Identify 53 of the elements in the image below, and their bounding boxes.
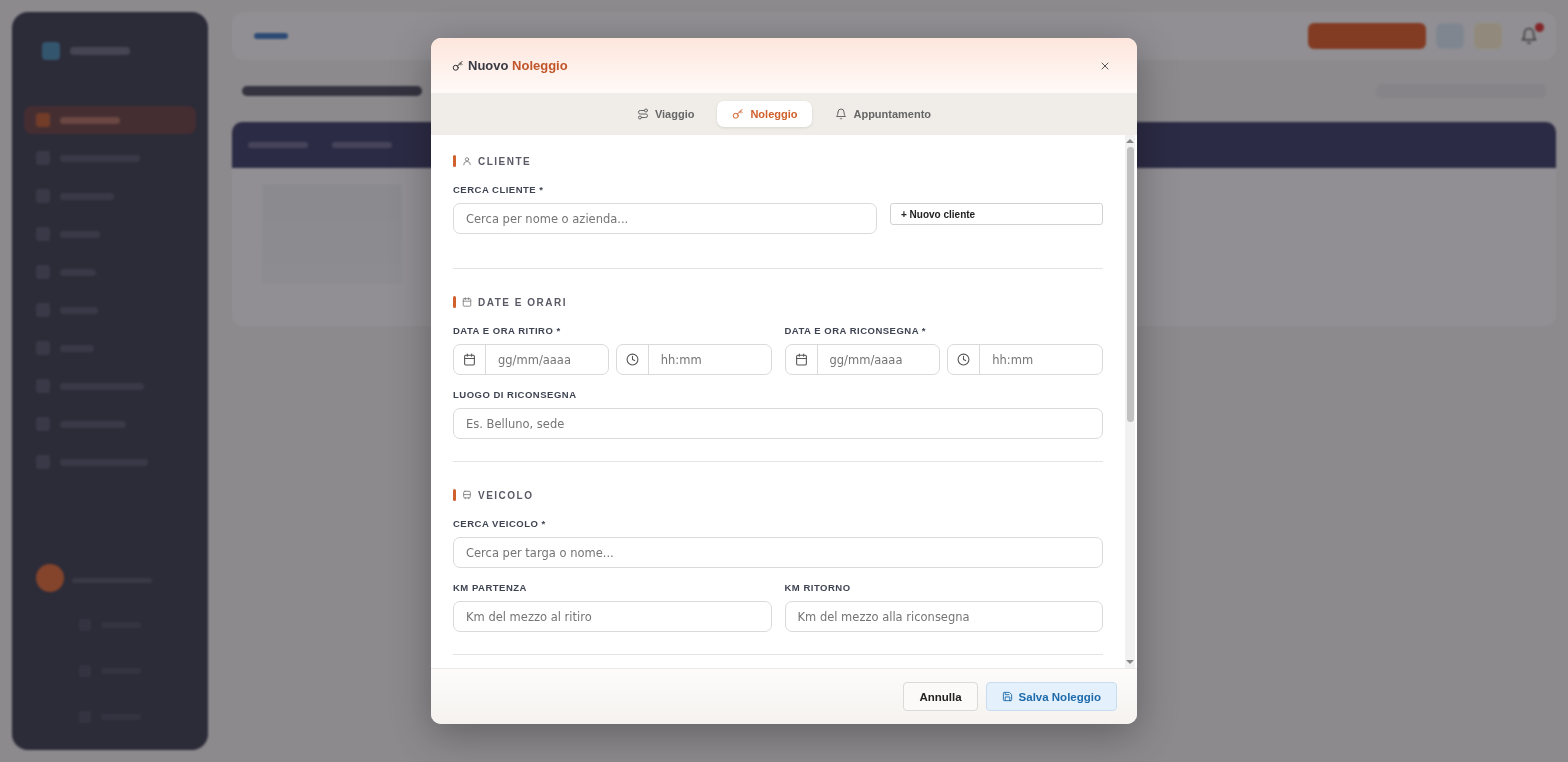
- calendar-icon: [462, 297, 472, 307]
- avatar: [36, 564, 64, 592]
- date-field[interactable]: gg/mm/aaaa: [784, 344, 941, 375]
- save-button[interactable]: Salva Noleggio: [985, 682, 1117, 711]
- input-field[interactable]: Es. Belluno, sede: [453, 408, 1103, 439]
- section-title: DATE E ORARI: [478, 296, 567, 308]
- field-label: KM PARTENZA: [453, 582, 528, 594]
- bus-icon: [462, 490, 472, 500]
- tab[interactable]: Noleggio: [717, 101, 813, 127]
- blurred-text: [70, 47, 130, 55]
- clock-icon: [625, 353, 639, 366]
- field-label: LUOGO DI RICONSEGNA: [453, 389, 578, 401]
- field-label: CERCA CLIENTE *: [453, 184, 545, 196]
- person-icon: [462, 156, 472, 166]
- input-field[interactable]: Km del mezzo al ritiro: [453, 601, 772, 632]
- input-field[interactable]: Cerca per targa o nome...: [453, 537, 1103, 568]
- bell-icon: [835, 108, 848, 120]
- section-title: VEICOLO: [478, 489, 534, 501]
- date-input[interactable]: gg/mm/aaaa: [817, 352, 940, 367]
- field-label: DATA E ORA RICONSEGNA *: [784, 325, 927, 337]
- route-icon: [636, 108, 649, 120]
- scrollbar[interactable]: [1125, 135, 1135, 668]
- blurred-text: [254, 33, 288, 39]
- sidebar-item[interactable]: [24, 106, 196, 134]
- input-field[interactable]: Km del mezzo alla riconsegna: [784, 601, 1103, 632]
- tab[interactable]: Appuntamento: [820, 101, 947, 127]
- accent-bar: [453, 489, 456, 501]
- key-icon: [732, 108, 745, 120]
- field-label: DATA E ORA RITIRO *: [453, 325, 562, 337]
- time-input[interactable]: hh:mm: [980, 352, 1102, 367]
- notification-dot: [1535, 23, 1544, 32]
- add-client-button[interactable]: + Nuovo cliente: [890, 203, 1103, 225]
- calendar-icon: [794, 353, 808, 366]
- header-button[interactable]: [1308, 23, 1426, 49]
- tab[interactable]: Viaggio: [621, 101, 710, 127]
- dialog-title: Nuovo Noleggio: [468, 58, 568, 73]
- time-field[interactable]: hh:mm: [947, 344, 1103, 375]
- date-field[interactable]: gg/mm/aaaa: [453, 344, 609, 375]
- field-label: KM RITORNO: [784, 582, 852, 594]
- time-field[interactable]: hh:mm: [615, 344, 772, 375]
- logo-icon: [42, 42, 60, 60]
- clock-icon: [957, 353, 971, 366]
- section-title: CLIENTE: [478, 155, 532, 167]
- cancel-button[interactable]: Annulla: [903, 682, 978, 711]
- time-input[interactable]: hh:mm: [648, 352, 771, 367]
- field-label: CERCA VEICOLO *: [453, 518, 547, 530]
- key-icon: [452, 59, 464, 72]
- calendar-icon: [463, 353, 476, 366]
- accent-bar: [453, 296, 456, 308]
- save-icon: [1001, 691, 1013, 702]
- date-input[interactable]: gg/mm/aaaa: [486, 352, 608, 367]
- accent-bar: [453, 155, 456, 167]
- input-field[interactable]: Cerca per nome o azienda...: [453, 203, 877, 234]
